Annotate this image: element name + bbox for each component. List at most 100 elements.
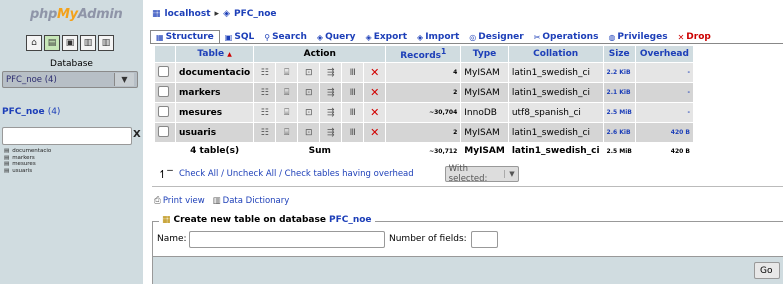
header-records[interactable]: Records1 — [386, 46, 461, 62]
drop-icon[interactable]: ✕ — [369, 106, 380, 119]
browse-icon[interactable]: ☷ — [259, 108, 270, 118]
data-dictionary-label: Data Dictionary — [222, 196, 290, 206]
action-cell: ✕ — [364, 123, 386, 142]
logo-my: My — [56, 7, 78, 22]
action-cell: ⌸ — [276, 103, 298, 122]
data-dictionary-link[interactable]: ▥ Data Dictionary — [213, 196, 290, 206]
drop-icon[interactable]: ✕ — [369, 126, 380, 139]
database-link[interactable]: PFC_noe (4) — [2, 107, 60, 117]
table-header-row: Table ▲ Action Records1 Type Collation S… — [155, 46, 693, 62]
header-size[interactable]: Size — [603, 46, 635, 62]
size-cell[interactable]: 2.5 MiB — [603, 103, 635, 122]
empty-icon[interactable]: Ⅲ — [347, 68, 358, 78]
number-of-fields-input[interactable] — [471, 231, 498, 248]
footer-records: ~30,712 — [386, 143, 461, 159]
search-icon[interactable]: ⊡ — [303, 68, 314, 78]
tab-label: Privileges — [617, 32, 668, 42]
nav-table-name: usuaris — [12, 167, 33, 174]
insert-icon[interactable]: ⇶ — [325, 108, 336, 118]
table-name[interactable]: documentacio — [176, 63, 254, 82]
table-name[interactable]: markers — [176, 83, 254, 102]
structure-icon[interactable]: ⌸ — [281, 68, 292, 78]
structure-icon[interactable]: ⌸ — [281, 128, 292, 138]
search-icon[interactable]: ⊡ — [303, 108, 314, 118]
empty-icon[interactable]: Ⅲ — [347, 88, 358, 98]
table-name-input[interactable] — [189, 231, 385, 248]
clear-filter-button[interactable]: X — [133, 129, 141, 140]
tab-structure[interactable]: ▦ Structure — [150, 30, 220, 43]
create-table-database[interactable]: PFC_noe — [329, 215, 372, 225]
drop-icon[interactable]: ✕ — [369, 86, 380, 99]
drop-icon[interactable]: ✕ — [369, 66, 380, 79]
print-view-label: Print view — [162, 196, 205, 206]
overhead-cell: - — [635, 63, 693, 82]
search-icon[interactable]: ⊡ — [303, 128, 314, 138]
tab-label: Operations — [542, 32, 599, 42]
tab-search[interactable]: ⚲ Search — [259, 31, 312, 43]
tab-sql[interactable]: ▣ SQL — [220, 31, 259, 43]
insert-icon[interactable]: ⇶ — [325, 68, 336, 78]
dictionary-icon: ▥ — [212, 196, 221, 206]
go-button[interactable]: Go — [754, 262, 780, 279]
breadcrumb-database[interactable]: PFC_noe — [234, 9, 277, 19]
table-row: documentacio ☷ ⌸ ⊡ ⇶ Ⅲ ✕ 4 MyISAM latin1… — [155, 63, 693, 82]
table-name[interactable]: usuaris — [176, 123, 254, 142]
tab-query[interactable]: ◈ Query — [312, 31, 361, 43]
sql-icon[interactable]: ▣ — [62, 35, 78, 51]
tab-label: Search — [272, 32, 307, 42]
action-cell: ⇶ — [320, 123, 342, 142]
size-cell[interactable]: 2.6 KiB — [603, 123, 635, 142]
row-checkbox[interactable] — [158, 85, 169, 97]
create-table-legend: ▦ Create new table on database PFC_noe — [159, 215, 375, 225]
query-window-icon[interactable]: ▤ — [44, 35, 60, 51]
structure-icon[interactable]: ⌸ — [281, 88, 292, 98]
database-select[interactable]: PFC_noe (4) ▼ — [2, 71, 138, 88]
action-cell: ⊡ — [298, 123, 320, 142]
footer-sum: Sum — [254, 143, 386, 159]
check-all-link[interactable]: Check All / Uncheck All / Check tables h… — [179, 169, 414, 179]
browse-icon[interactable]: ☷ — [259, 68, 270, 78]
print-view-link[interactable]: ⎙ Print view — [154, 196, 205, 206]
row-checkbox[interactable] — [158, 125, 169, 137]
tab-export[interactable]: ◈ Export — [361, 31, 412, 43]
structure-icon[interactable]: ⌸ — [281, 108, 292, 118]
header-overhead[interactable]: Overhead — [635, 46, 693, 62]
table-filter-input[interactable] — [2, 127, 132, 145]
search-icon[interactable]: ⊡ — [303, 88, 314, 98]
header-type[interactable]: Type — [461, 46, 508, 62]
browse-icon[interactable]: ☷ — [259, 128, 270, 138]
insert-icon[interactable]: ⇶ — [325, 88, 336, 98]
tab-operations[interactable]: ✂ Operations — [529, 31, 604, 43]
table-name[interactable]: mesures — [176, 103, 254, 122]
create-table-fieldset: ▦ Create new table on database PFC_noe N… — [152, 215, 783, 257]
nav-table-item[interactable]: ▤ usuaris — [4, 168, 51, 175]
docs-icon[interactable]: ▥ — [98, 35, 114, 51]
browse-icon[interactable]: ☷ — [259, 88, 270, 98]
insert-icon[interactable]: ⇶ — [325, 128, 336, 138]
tab-privileges[interactable]: ◍ Privileges — [603, 31, 672, 43]
breadcrumb-server[interactable]: localhost — [165, 9, 211, 19]
operations-icon: ✂ — [533, 32, 541, 42]
home-icon[interactable]: ⌂ — [26, 35, 42, 51]
tab-divider — [150, 43, 783, 44]
header-table[interactable]: Table ▲ — [176, 46, 254, 62]
size-cell[interactable]: 2.1 KiB — [603, 83, 635, 102]
tab-label: Structure — [165, 32, 214, 42]
breadcrumb-separator: ▸ — [214, 9, 220, 19]
header-collation[interactable]: Collation — [508, 46, 603, 62]
tab-bar: ▦ Structure ▣ SQL ⚲ Search ◈ Query ◈ Export ◈… — [150, 28, 716, 43]
size-cell[interactable]: 2.2 KiB — [603, 63, 635, 82]
empty-icon[interactable]: Ⅲ — [347, 128, 358, 138]
tables-list: Table ▲ Action Records1 Type Collation S… — [154, 45, 694, 160]
tab-import[interactable]: ◈ Import — [412, 31, 464, 43]
row-checkbox[interactable] — [158, 105, 169, 117]
print-icon: ⎙ — [154, 196, 161, 206]
empty-icon[interactable]: Ⅲ — [347, 108, 358, 118]
docs-icon[interactable]: ▥ — [80, 35, 96, 51]
with-selected-select[interactable]: With selected: ▼ — [444, 164, 519, 184]
tab-drop[interactable]: ✕ Drop — [673, 31, 716, 43]
database-link-count: (4) — [47, 107, 61, 117]
phpmyadmin-logo[interactable]: phpMyAdmin — [30, 7, 123, 22]
tab-designer[interactable]: ◎ Designer — [464, 31, 528, 43]
row-checkbox[interactable] — [158, 65, 169, 77]
